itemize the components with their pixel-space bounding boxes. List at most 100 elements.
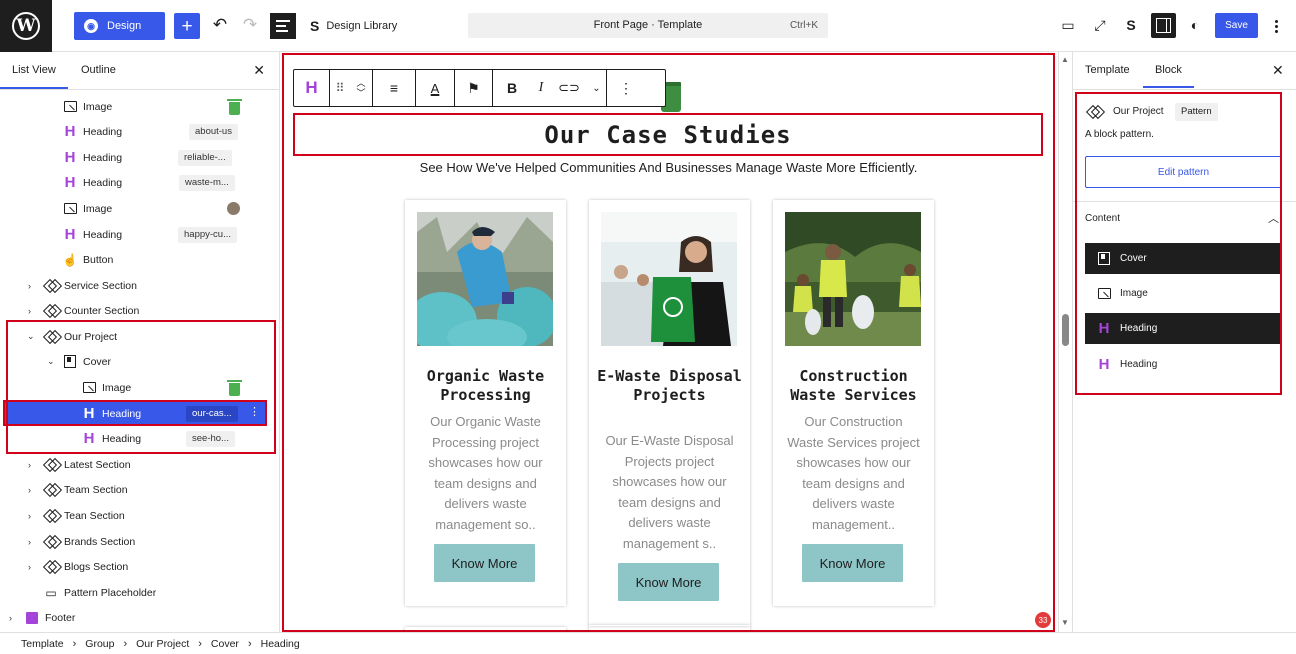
know-more-button[interactable]: Know More bbox=[618, 563, 719, 601]
list-item[interactable]: › Blogs Section bbox=[0, 554, 279, 579]
list-item[interactable]: Image bbox=[0, 196, 279, 221]
italic-icon[interactable]: I bbox=[531, 70, 551, 106]
list-item[interactable]: H Heading waste-m... bbox=[0, 170, 279, 195]
breadcrumb-item[interactable]: Our Project bbox=[136, 638, 189, 650]
desktop-preview-icon[interactable]: ▭ bbox=[1057, 14, 1079, 36]
list-item[interactable]: › Counter Section bbox=[0, 298, 279, 323]
breadcrumb-item[interactable]: Template bbox=[21, 638, 64, 650]
heading-icon[interactable]: H bbox=[294, 70, 330, 106]
close-icon[interactable]: ✕ bbox=[253, 62, 265, 79]
chevron-right-icon[interactable]: › bbox=[28, 306, 31, 316]
close-icon[interactable]: ✕ bbox=[1272, 62, 1284, 79]
options-icon[interactable]: ⋮ bbox=[249, 405, 260, 418]
align-center-icon[interactable]: ≡ bbox=[373, 70, 416, 106]
options-icon[interactable] bbox=[1270, 16, 1282, 36]
notification-badge: 33 bbox=[1035, 612, 1051, 628]
link-icon[interactable]: ⊂⊃ bbox=[551, 70, 587, 106]
section-subheading[interactable]: See How We've Helped Communities And Bus… bbox=[281, 160, 1056, 175]
tab-template[interactable]: Template bbox=[1085, 64, 1130, 76]
design-library-button[interactable]: S Design Library bbox=[310, 18, 397, 34]
move-icon[interactable]: ︿ ﹀ bbox=[350, 70, 373, 106]
editor-canvas: H ⠿ ︿ ﹀ ≡ A ⚑ B I ⊂⊃ ⌄ ⋮ Our Case Studies… bbox=[281, 52, 1058, 632]
chevron-right-icon[interactable]: › bbox=[28, 537, 31, 547]
bold-icon[interactable]: B bbox=[493, 70, 531, 106]
chevron-right-icon[interactable]: › bbox=[28, 562, 31, 572]
project-card: Organic Waste Processing Our Organic Was… bbox=[405, 200, 566, 606]
anchor-badge: see-ho... bbox=[186, 430, 235, 447]
stackable-settings-icon[interactable]: S bbox=[1120, 14, 1142, 36]
tab-block[interactable]: Block bbox=[1143, 64, 1194, 88]
card-text: Our E-Waste Disposal Projects project sh… bbox=[605, 433, 734, 551]
pattern-icon bbox=[45, 535, 58, 548]
design-library-label: Design Library bbox=[326, 20, 398, 32]
list-item[interactable]: ⌄ Cover bbox=[0, 349, 279, 374]
chevron-right-icon[interactable]: › bbox=[28, 485, 31, 495]
pattern-icon bbox=[45, 483, 58, 496]
add-block-button[interactable]: + bbox=[174, 13, 200, 39]
list-item[interactable]: H Heading happy-cu... bbox=[0, 222, 279, 247]
text-color-icon[interactable]: A bbox=[416, 70, 455, 106]
page-title[interactable]: Our Case Studies bbox=[544, 121, 791, 149]
breadcrumb-item[interactable]: Group bbox=[85, 638, 114, 650]
list-item[interactable]: ▭ Pattern Placeholder bbox=[0, 580, 279, 605]
selected-heading-block[interactable]: Our Case Studies bbox=[293, 113, 1043, 156]
save-button[interactable]: Save bbox=[1215, 13, 1258, 38]
list-item[interactable]: › Team Section bbox=[0, 477, 279, 502]
canvas-scrollbar[interactable]: ▲ ▼ bbox=[1058, 52, 1072, 632]
tab-list-view[interactable]: List View bbox=[0, 64, 68, 89]
chevron-right-icon[interactable]: › bbox=[28, 281, 31, 291]
list-item[interactable]: › Latest Section bbox=[0, 452, 279, 477]
redo-icon[interactable]: ↷ bbox=[240, 14, 260, 36]
list-item[interactable]: › Service Section bbox=[0, 273, 279, 298]
highlight-box bbox=[1075, 92, 1282, 395]
card-photo bbox=[417, 212, 553, 346]
list-item-selected[interactable]: H Heading our-cas... ⋮ bbox=[5, 401, 265, 426]
cover-icon bbox=[64, 355, 76, 368]
styles-icon[interactable]: ◐ bbox=[1184, 14, 1206, 36]
list-item[interactable]: › Footer bbox=[0, 605, 279, 630]
undo-icon[interactable]: ↶ bbox=[210, 14, 230, 36]
breadcrumb-item[interactable]: Cover bbox=[211, 638, 239, 650]
list-item[interactable]: › Brands Section bbox=[0, 529, 279, 554]
know-more-button[interactable]: Know More bbox=[802, 544, 903, 582]
list-item[interactable]: H Heading reliable-... bbox=[0, 145, 279, 170]
breadcrumb-item[interactable]: Heading bbox=[261, 638, 300, 650]
chevron-right-icon: › bbox=[72, 637, 77, 650]
scrollbar-thumb[interactable] bbox=[1062, 314, 1069, 346]
sidebar-tabs: Template Block ✕ bbox=[1073, 52, 1296, 90]
options-icon[interactable]: ⋮ bbox=[607, 70, 645, 106]
chevron-right-icon: › bbox=[198, 637, 202, 650]
chevron-right-icon[interactable]: › bbox=[28, 460, 31, 470]
list-item[interactable]: Image bbox=[0, 94, 279, 119]
list-view-toggle[interactable] bbox=[270, 13, 296, 39]
image-icon bbox=[82, 382, 96, 393]
card-photo bbox=[601, 212, 737, 346]
list-item[interactable]: ⌄ Our Project bbox=[0, 324, 279, 349]
chevron-right-icon[interactable]: › bbox=[28, 511, 31, 521]
flag-icon[interactable]: ⚑ bbox=[455, 70, 493, 106]
list-item[interactable]: H Heading about-us bbox=[0, 119, 279, 144]
anchor-badge: happy-cu... bbox=[178, 226, 237, 243]
know-more-button[interactable]: Know More bbox=[434, 544, 535, 582]
tab-outline[interactable]: Outline bbox=[81, 64, 116, 76]
command-palette[interactable]: Front Page · Template Ctrl+K bbox=[468, 13, 828, 38]
list-item[interactable]: › Tean Section bbox=[0, 503, 279, 528]
anchor-badge: waste-m... bbox=[179, 174, 235, 191]
drag-handle-icon[interactable]: ⠿ bbox=[330, 70, 350, 106]
scroll-up-icon[interactable]: ▲ bbox=[1061, 55, 1069, 64]
list-item[interactable]: ☝ Button bbox=[0, 247, 279, 272]
anchor-badge: our-cas... bbox=[186, 405, 238, 422]
chevron-right-icon[interactable]: › bbox=[9, 613, 12, 623]
chevron-down-icon[interactable]: ⌄ bbox=[27, 331, 35, 342]
design-button[interactable]: ◉ Design bbox=[74, 12, 165, 40]
scroll-down-icon[interactable]: ▼ bbox=[1061, 618, 1069, 627]
external-link-icon[interactable]: ⤢ bbox=[1089, 14, 1111, 36]
settings-sidebar-toggle[interactable] bbox=[1151, 13, 1176, 38]
chevron-down-icon[interactable]: ⌄ bbox=[587, 70, 607, 106]
chevron-down-icon[interactable]: ⌄ bbox=[47, 356, 55, 367]
button-icon: ☝ bbox=[62, 252, 78, 267]
list-item[interactable]: Image bbox=[0, 375, 279, 400]
list-item[interactable]: H Heading see-ho... bbox=[0, 426, 279, 451]
pattern-icon bbox=[45, 509, 58, 522]
wordpress-logo[interactable]: W bbox=[0, 0, 52, 52]
